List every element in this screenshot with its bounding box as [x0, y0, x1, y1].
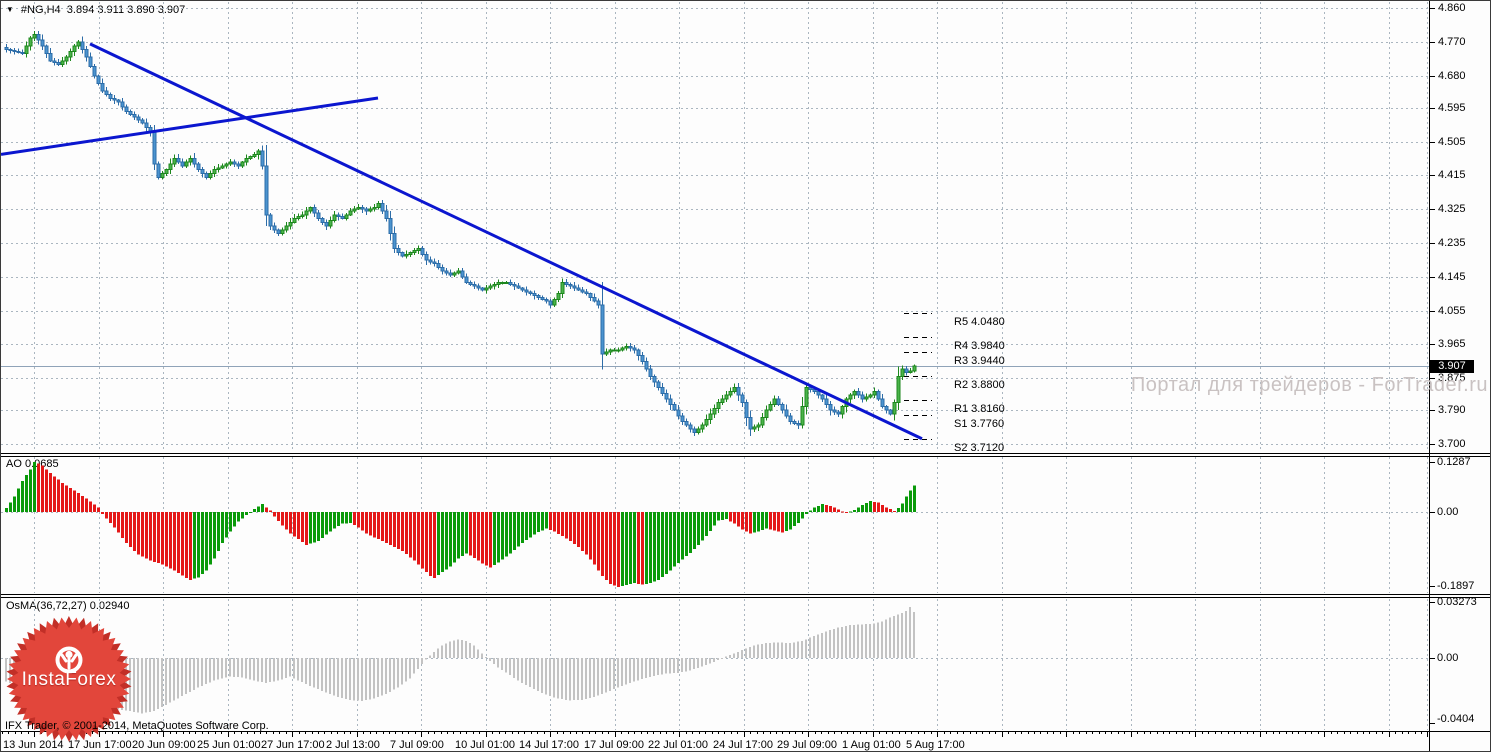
- osma-axis-min-label: -0.0404: [1437, 713, 1475, 725]
- time-axis-label: 17 Jul 09:00: [584, 739, 644, 751]
- time-axis-label: 2 Jul 13:00: [326, 739, 380, 751]
- price-axis-label: 4.595: [1438, 102, 1466, 114]
- ao-histogram: [5, 462, 916, 587]
- osma-axis-max-label: 0.03273: [1437, 596, 1477, 608]
- sr-level-label: S1 3.7760: [954, 417, 1005, 430]
- osma-histogram: [5, 606, 915, 714]
- ao-axis-min-label: -0.1897: [1437, 580, 1475, 592]
- time-axis-label: 5 Aug 17:00: [906, 739, 965, 751]
- price-axis-label: 4.145: [1438, 271, 1466, 283]
- trendline-descending: [89, 42, 923, 441]
- ao-axis-max-label: 0.1287: [1437, 456, 1471, 468]
- current-price-tag: 3.907: [1430, 360, 1474, 373]
- price-axis-label: 4.505: [1438, 136, 1466, 148]
- osma-axis-zero-label: 0.00: [1437, 652, 1459, 664]
- candlesticks: [4, 30, 917, 437]
- time-axis[interactable]: 13 Jun 2014 17 Jun 17:00 20 Jun 09:00 25 Ju…: [1, 731, 1429, 751]
- price-axis-label: 3.790: [1438, 404, 1466, 416]
- price-axis-label: 4.415: [1438, 169, 1466, 181]
- mt4-chart-window: ▼ #NG,H4 3.894 3.911 3.890 3.907 AO 0.068…: [0, 0, 1491, 752]
- sr-level-label: R4 3.9840: [954, 339, 1005, 352]
- time-axis-label: 14 Jul 17:00: [519, 739, 579, 751]
- trendline-ascending: [1, 96, 379, 156]
- time-axis-label: 25 Jun 01:00: [197, 739, 261, 751]
- time-axis-label: 7 Jul 09:00: [390, 739, 444, 751]
- price-axis-label: 4.770: [1438, 36, 1466, 48]
- watermark: Портал для трейдеров - ForTrader.ru: [1130, 374, 1488, 396]
- time-axis-label: 29 Jul 09:00: [777, 739, 837, 751]
- price-axis-label: 4.055: [1438, 305, 1466, 317]
- trendlines[interactable]: [1, 42, 923, 441]
- price-axis-label: 4.860: [1438, 2, 1466, 14]
- time-axis-label: 20 Jun 09:00: [132, 739, 196, 751]
- axis-ticks: [2, 8, 1435, 737]
- sr-level-label: R3 3.9440: [954, 354, 1005, 367]
- price-axis-label: 3.700: [1438, 438, 1466, 450]
- price-axis-label: 4.680: [1438, 70, 1466, 82]
- instaforex-logo-text: InstaForex: [21, 669, 117, 690]
- time-axis-label: 1 Aug 01:00: [842, 739, 901, 751]
- time-axis-label: 22 Jul 01:00: [648, 739, 708, 751]
- sr-level-lines[interactable]: [904, 313, 932, 440]
- sr-level-label: R2 3.8800: [954, 378, 1005, 391]
- price-axis-label: 4.325: [1438, 203, 1466, 215]
- price-axis-label: 3.965: [1438, 338, 1466, 350]
- price-axis-label: 4.235: [1438, 237, 1466, 249]
- ao-axis-zero-label: 0.00: [1437, 506, 1459, 518]
- sr-level-label: R1 3.8160: [954, 402, 1005, 415]
- time-axis-label: 10 Jul 01:00: [455, 739, 515, 751]
- time-axis-label: 27 Jun 17:00: [261, 739, 325, 751]
- time-axis-label: 24 Jul 17:00: [713, 739, 773, 751]
- copyright-text: IFX Trader, © 2001-2014, MetaQuotes Soft…: [5, 720, 269, 732]
- sr-level-label: S2 3.7120: [954, 441, 1005, 454]
- sr-level-label: R5 4.0480: [954, 315, 1005, 328]
